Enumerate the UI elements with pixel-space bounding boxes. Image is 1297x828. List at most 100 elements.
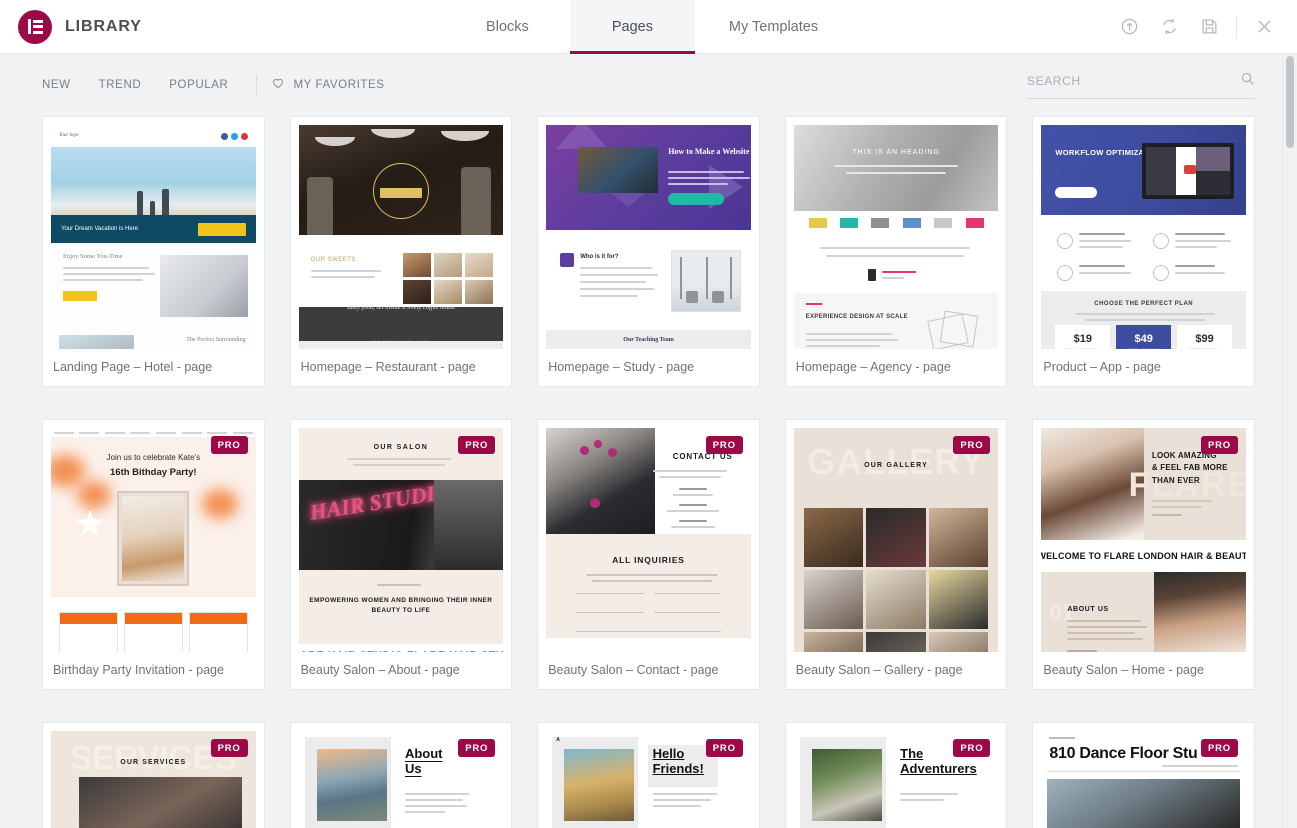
template-card-adventurers[interactable]: PRO The Adventurers [784, 722, 1008, 828]
tab-my-templates[interactable]: My Templates [695, 0, 852, 54]
filter-popular[interactable]: POPULAR [155, 73, 242, 97]
template-card-restaurant[interactable]: OUR SWEETS "Tasty food, set inside a liv… [289, 116, 513, 387]
tab-pages[interactable]: Pages [569, 0, 695, 54]
template-card-app[interactable]: WORKFLOW OPTIMIZATION MADE EASY CHOOSE T… [1032, 116, 1255, 387]
mock-title-line-2: Us [404, 760, 422, 776]
pro-badge: PRO [953, 739, 991, 757]
template-card-salon-about[interactable]: PRO OUR SALON HAIR STUDIO EMPOWERING WOM… [289, 419, 513, 690]
mock-section-title: Who is it for? [580, 254, 619, 260]
tab-blocks[interactable]: Blocks [445, 0, 570, 54]
template-thumbnail: PRO The Adventurers [793, 731, 999, 828]
mock-line-1: Join us to celebrate Kate's [106, 453, 201, 462]
template-card-salon-gallery[interactable]: PRO GALLERY OUR GALLERY Beauty Salon – G… [784, 419, 1008, 690]
vertical-scrollbar[interactable] [1282, 54, 1297, 828]
mock-form-title: ALL INQUIRIES [612, 555, 685, 565]
template-card-salon-home[interactable]: PRO FLARE LOOK AMAZING & FEEL FAB MORE T… [1032, 419, 1255, 690]
pro-badge: PRO [458, 739, 496, 757]
upload-icon[interactable] [1110, 8, 1148, 46]
search-icon[interactable] [1240, 71, 1255, 91]
template-label: Beauty Salon – Gallery - page [795, 663, 963, 677]
template-label: Homepage – Agency - page [795, 360, 951, 374]
mock-line-2: 16th Bithday Party! [110, 467, 197, 478]
pro-badge: PRO [1201, 436, 1238, 454]
elementor-logo-icon [18, 9, 52, 44]
mock-neon-sign: HAIR STUDIO [307, 480, 452, 525]
pro-badge: PRO [210, 739, 248, 757]
filter-group: NEW TREND POPULAR MY FAVORITES [42, 73, 385, 97]
mock-pricing-title: CHOOSE THE PERFECT PLAN [1094, 301, 1194, 307]
sync-icon[interactable] [1150, 8, 1188, 46]
mock-logo: Your logo [59, 133, 79, 138]
scrollbar-thumb[interactable] [1286, 56, 1294, 148]
mock-banner: WELCOME TO FLARE LONDON HAIR & BEAUTY SA… [1041, 551, 1246, 561]
mock-headline: LOOK AMAZING & FEEL FAB MORE THAN EVER [1151, 451, 1228, 485]
mock-plan: $49 PER MONTH [1116, 325, 1172, 349]
template-label: Birthday Party Invitation - page [53, 663, 224, 677]
search-box [1027, 71, 1255, 99]
template-label: Beauty Salon – Contact - page [548, 663, 719, 677]
template-thumbnail: PRO A Hello Friends! [546, 731, 751, 828]
mock-section-title: Enjoy Some You-Time [63, 253, 123, 260]
mock-hero-cta [197, 222, 246, 236]
filter-trend[interactable]: TREND [85, 73, 156, 97]
mock-title-line-1: Hello [652, 746, 685, 761]
template-thumbnail: PRO About Us [298, 731, 504, 828]
filter-new[interactable]: NEW [42, 73, 85, 97]
library-header: LIBRARY Blocks Pages My Templates [0, 0, 1297, 54]
pro-badge: PRO [953, 436, 991, 454]
mock-plan: $19 PER MONTH [1055, 325, 1111, 349]
template-card-agency[interactable]: THIS IS AN HEADING EXPERIENCE DESIGN AT … [784, 116, 1008, 387]
mock-title-line-2: Friends! [652, 760, 704, 776]
template-label: Homepage – Study - page [548, 360, 695, 374]
mock-about-number: 01 [1049, 600, 1074, 625]
pro-badge: PRO [458, 436, 496, 454]
mock-section-title: OUR SWEETS [310, 257, 356, 263]
mock-marquee: LARE HAIR STUDIO FLARE HAIR STUDIO FLARE… [299, 650, 504, 652]
template-label: Beauty Salon – Home - page [1043, 663, 1204, 677]
template-thumbnail: PRO GALLERY OUR GALLERY [793, 428, 999, 652]
mock-section-title-2: The Perfect Surrounding [186, 337, 246, 343]
search-input[interactable] [1027, 74, 1240, 88]
mock-plan: $99 PER MONTH [1177, 325, 1233, 349]
template-thumbnail: PRO OUR SALON HAIR STUDIO EMPOWERING WOM… [298, 428, 504, 652]
mock-section-title: EXPERIENCE DESIGN AT SCALE [805, 314, 908, 320]
template-thumbnail: PRO 810 Dance Floor Stu [1041, 731, 1246, 828]
save-icon[interactable] [1190, 8, 1228, 46]
template-card-birthday[interactable]: PRO Join us to celebrate Kate's 16th Bit… [42, 419, 265, 690]
my-favorites-filter[interactable]: MY FAVORITES [271, 76, 384, 95]
mock-title: OUR GALLERY [864, 462, 929, 469]
template-card-salon-contact[interactable]: PRO CONTACT US ALL INQUIRIES Beauty Salo… [537, 419, 760, 690]
pro-badge: PRO [210, 436, 248, 454]
mock-hero-title: How to Make a Website [668, 147, 750, 156]
template-thumbnail: PRO FLARE LOOK AMAZING & FEEL FAB MORE T… [1041, 428, 1246, 652]
mock-team-title: Our Teaching Team [623, 337, 674, 343]
mock-title-line-1: About [404, 746, 443, 761]
template-card-hello-friends[interactable]: PRO A Hello Friends! [537, 722, 760, 828]
mock-title: 810 Dance Floor Stu [1049, 745, 1198, 762]
template-card-about-us[interactable]: PRO About Us [289, 722, 513, 828]
template-grid: Your logo Your Dream Vacation is Here En… [42, 116, 1255, 828]
template-thumbnail: How to Make a Website Who is it for? Our… [546, 125, 751, 349]
my-favorites-label: MY FAVORITES [293, 79, 385, 91]
template-thumbnail: WORKFLOW OPTIMIZATION MADE EASY CHOOSE T… [1041, 125, 1246, 349]
mock-quote: "Tasty food, set inside a lively coffee … [343, 304, 459, 311]
header-actions [1110, 0, 1297, 53]
pro-badge: PRO [1201, 739, 1238, 757]
pro-badge: PRO [705, 739, 743, 757]
template-grid-scroll[interactable]: Your logo Your Dream Vacation is Here En… [0, 116, 1297, 828]
template-card-services[interactable]: PRO SERVICES OUR SERVICES [42, 722, 265, 828]
close-icon[interactable] [1245, 8, 1283, 46]
header-divider [1236, 15, 1237, 38]
mock-hero-title: THIS IS AN HEADING [852, 149, 940, 156]
template-card-dance[interactable]: PRO 810 Dance Floor Stu [1032, 722, 1255, 828]
heart-icon [271, 76, 285, 95]
template-label: Landing Page – Hotel - page [53, 360, 213, 374]
template-label: Beauty Salon – About - page [300, 663, 460, 677]
mock-headline: EMPOWERING WOMEN AND BRINGING THEIR INNE… [309, 597, 493, 615]
template-thumbnail: OUR SWEETS "Tasty food, set inside a liv… [298, 125, 504, 349]
mock-hero-title: Your Dream Vacation is Here [61, 226, 139, 232]
template-card-hotel[interactable]: Your logo Your Dream Vacation is Here En… [42, 116, 265, 387]
template-thumbnail: Your logo Your Dream Vacation is Here En… [51, 125, 256, 349]
mock-mark: A [556, 737, 560, 743]
template-card-study[interactable]: How to Make a Website Who is it for? Our… [537, 116, 760, 387]
